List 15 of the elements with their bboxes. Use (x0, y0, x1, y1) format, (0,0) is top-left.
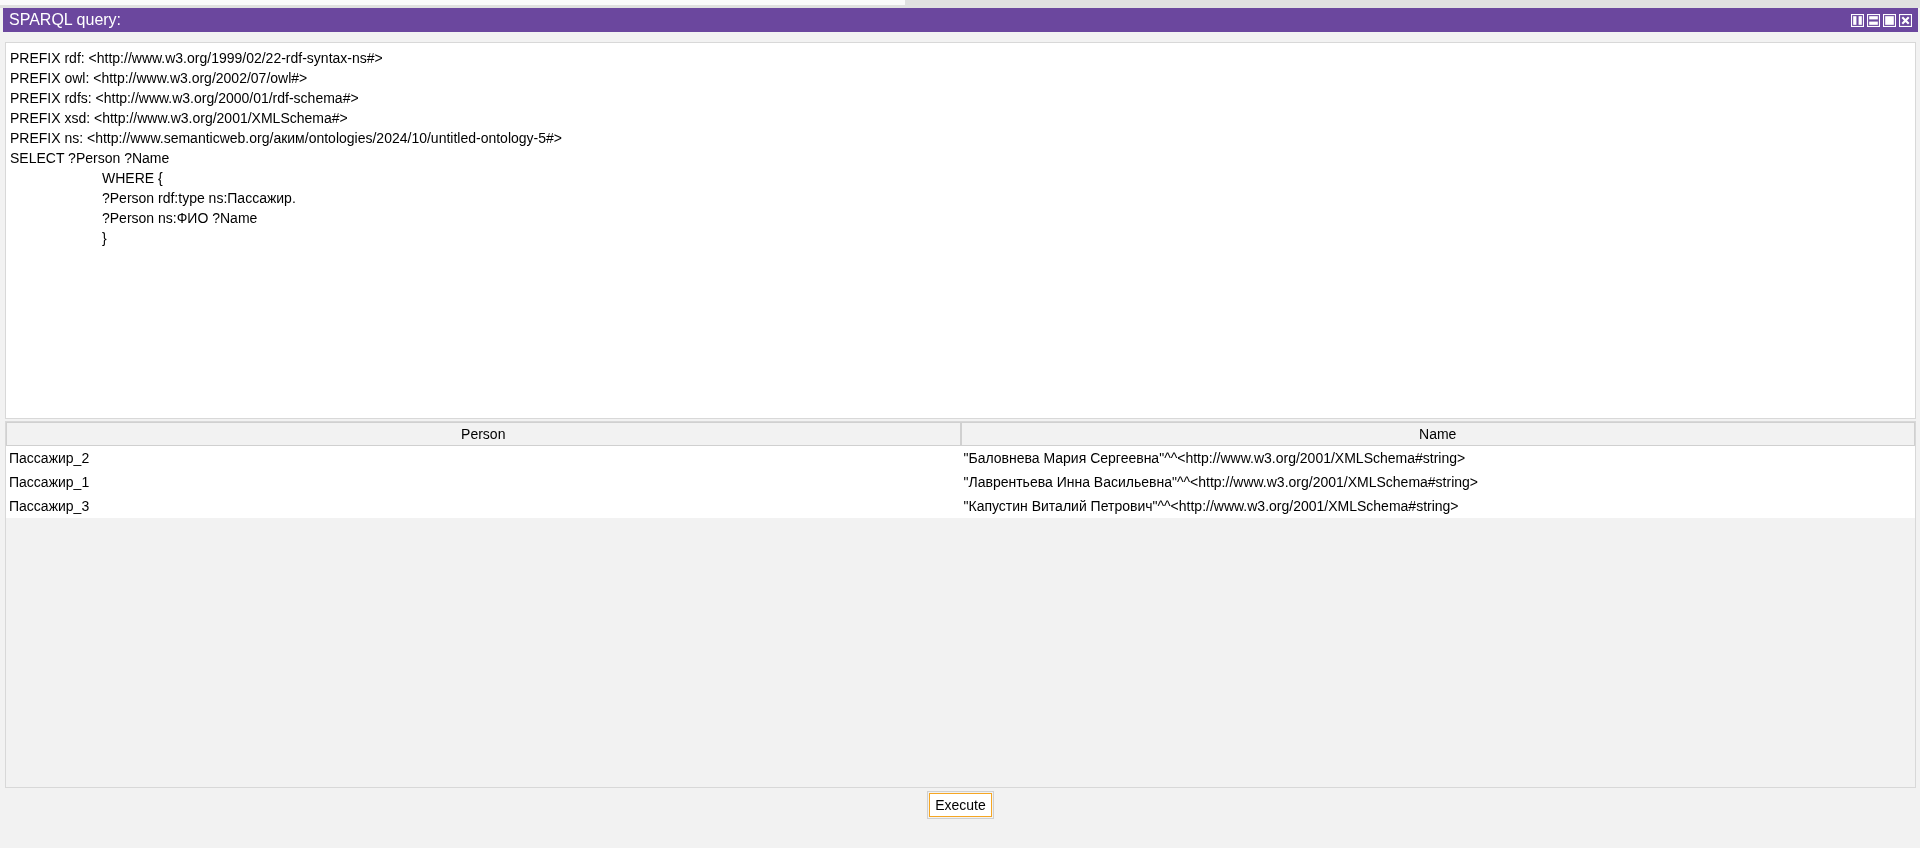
table-cell-text: "Капустин Виталий Петрович"^^<http://www.w3.org/2001/XMLSchema#string> (962, 497, 1460, 516)
maximize-icon[interactable] (1883, 13, 1896, 27)
table-cell-text: Пассажир_1 (8, 473, 91, 492)
execute-button[interactable]: Execute (929, 793, 992, 817)
split-horizontal-icon[interactable] (1867, 13, 1880, 27)
column-header[interactable]: Name (960, 422, 1915, 446)
table-cell-text: "Баловнева Мария Сергеевна"^^<http://www.w3.org/2001/XMLSchema#string> (962, 449, 1467, 468)
table-cell-text: "Лаврентьева Инна Васильевна"^^<http://www.w3.org/2001/XMLSchema#string> (962, 473, 1480, 492)
table-cell-text: Пассажир_2 (8, 449, 91, 468)
table-cell-text: Пассажир_3 (8, 497, 91, 516)
split-vertical-icon[interactable] (1851, 13, 1864, 27)
column-header[interactable]: Person (6, 422, 961, 446)
close-icon[interactable] (1899, 13, 1912, 27)
query-editor[interactable]: PREFIX rdf: <http://www.w3.org/1999/02/22-rdf-syntax-ns#> PREFIX owl: <http://www.w3.org/2002/07/owl#> PREFIX rdfs: <http://www.w3.org/2000/01/rdf-schema#> PREFIX xsd: <http://www.w3.org/2001/XMLSchema#> PREFIX ns: <http://www.semanticweb.org/аким/ontologies/2024/10/untitled-ontology-5#> SELECT ?Person ?Name WHERE { ?Person rdf:type ns:Пассажир. ?Person ns:ФИО ?Name } (5, 42, 1916, 419)
panel-title: SPARQL query: (9, 11, 122, 29)
